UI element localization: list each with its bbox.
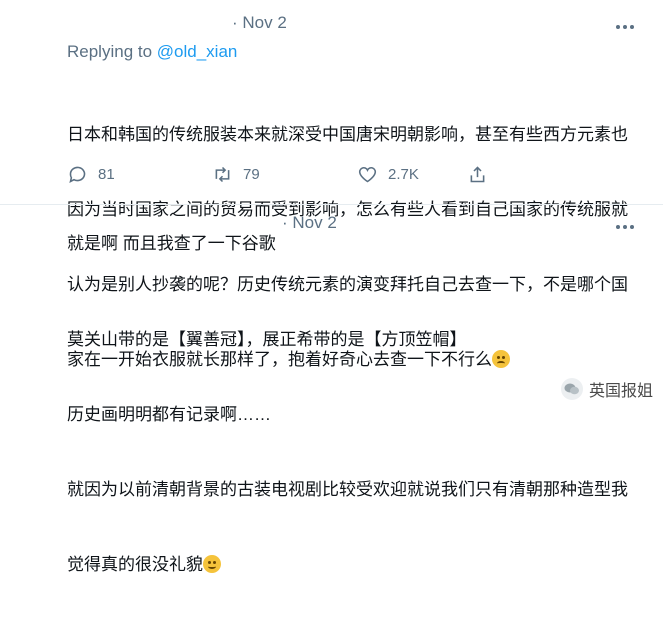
tweet-actions: 81 79 2.7K — [67, 164, 487, 194]
tweet-reply-1[interactable]: · Nov 2 Replying to @old_xian 日本和韩国的传统服装… — [0, 0, 663, 369]
share-icon — [470, 166, 485, 183]
tweet-date[interactable]: · Nov 2 — [232, 13, 287, 33]
tweet-text: 莫关山带的是【翼善冠】，展正希带的是【方顶笠帽】 历史画明明都有记录啊…… 就因… — [67, 277, 628, 627]
tweet-text-line: 觉得真的很没礼貌 — [67, 552, 628, 577]
reply-icon — [69, 166, 86, 183]
replying-prefix: Replying to — [67, 42, 157, 61]
tweet-text-line: 莫关山带的是【翼善冠】，展正希带的是【方顶笠帽】 — [67, 330, 467, 349]
like-icon — [358, 166, 377, 183]
retweet-button[interactable]: 79 — [212, 164, 260, 185]
tweet-text-line: 就是啊 而且我查了一下谷歌 — [67, 234, 276, 253]
tweet-text-line: 日本和韩国的传统服装本来就深受中国唐宋明朝影响，甚至有些西方元素也 — [67, 125, 628, 144]
more-icon[interactable] — [616, 22, 638, 32]
watermark-label: 英国报姐 — [588, 383, 653, 400]
tweet-text-line: 就因为以前清朝背景的古装电视剧比较受欢迎就说我们只有清朝那种造型我 — [67, 480, 628, 499]
share-button[interactable] — [467, 164, 488, 185]
tweet-date[interactable]: · Nov 2 — [282, 213, 337, 233]
tweet-reply-2[interactable]: · Nov 2 就是啊 而且我查了一下谷歌 莫关山带的是【翼善冠】，展正希带的是… — [0, 205, 663, 574]
retweet-count: 79 — [243, 166, 260, 183]
retweet-icon — [215, 166, 230, 183]
mention-link[interactable]: @old_xian — [157, 42, 238, 61]
watermark: 英国报姐 — [560, 377, 653, 401]
reply-count: 81 — [98, 166, 115, 183]
relieved-face-icon — [203, 555, 221, 573]
tweet-text-line: 历史画明明都有记录啊…… — [67, 405, 271, 424]
wechat-logo-icon — [560, 378, 583, 400]
replying-to: Replying to @old_xian — [67, 42, 237, 62]
more-icon[interactable] — [616, 222, 638, 232]
like-count: 2.7K — [388, 166, 419, 183]
like-button[interactable]: 2.7K — [357, 164, 419, 185]
reply-button[interactable]: 81 — [67, 164, 115, 185]
